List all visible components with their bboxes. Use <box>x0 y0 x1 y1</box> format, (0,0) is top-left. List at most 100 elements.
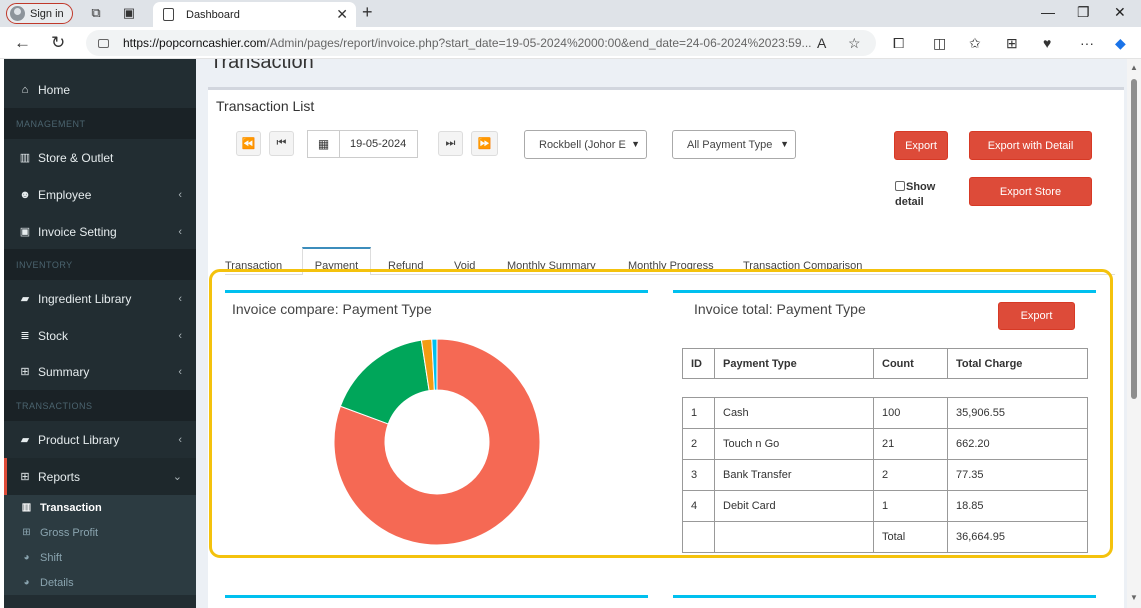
restore-icon[interactable]: ❐ <box>1077 4 1090 21</box>
sidebar-item-stock[interactable]: ≣ Stock ‹ <box>4 317 196 354</box>
collections-icon[interactable]: ⊞ <box>1006 35 1018 52</box>
sidebar-item-home[interactable]: ⌂ Home <box>4 71 196 108</box>
next-page-button[interactable]: ⏭ <box>438 131 463 156</box>
browser-essentials-icon[interactable]: ♥ <box>1043 35 1051 51</box>
table-total-row: Total 36,664.95 <box>682 521 1088 553</box>
copilot-icon[interactable]: ◆ <box>1115 35 1126 52</box>
cell-payment-type: Bank Transfer <box>714 459 874 491</box>
show-detail-checkbox[interactable]: Show detail <box>895 180 935 210</box>
minimize-icon[interactable]: — <box>1041 4 1055 20</box>
users-icon: ☻ <box>19 188 31 201</box>
scrollbar-thumb[interactable] <box>1131 79 1137 399</box>
sidebar-item-label: Ingredient Library <box>38 291 132 306</box>
report-tabs: Transaction Payment Refund Void Monthly … <box>225 247 1115 275</box>
scroll-down-icon[interactable]: ▼ <box>1130 593 1138 602</box>
last-page-button[interactable]: ⏩ <box>471 131 498 156</box>
tab-actions-icon[interactable]: ▣ <box>121 5 137 21</box>
tab-monthly-summary[interactable]: Monthly Summary <box>507 247 607 275</box>
read-aloud-icon[interactable]: A <box>817 35 826 51</box>
table-row: 4 Debit Card 1 18.85 <box>682 490 1088 522</box>
book-icon: ▰ <box>20 434 30 446</box>
chevron-left-icon: ‹ <box>178 329 182 342</box>
split-screen-icon[interactable]: ◫ <box>933 35 946 52</box>
favorite-star-icon[interactable]: ☆ <box>848 35 861 52</box>
export-with-detail-button[interactable]: Export with Detail <box>969 131 1092 160</box>
sidebar-subitem-transaction[interactable]: ▥ Transaction <box>4 495 196 520</box>
browser-tab-dashboard[interactable]: Dashboard ✕ <box>153 2 356 27</box>
invoice-total-panel: Invoice total: Payment Type Export ID Pa… <box>673 290 1096 580</box>
sidebar-item-label: Invoice Setting <box>38 224 117 239</box>
cell-id: 2 <box>682 428 715 460</box>
detail-label: detail <box>895 196 924 208</box>
date-field[interactable]: ▦ 19-05-2024 <box>307 130 418 158</box>
sidebar-item-summary[interactable]: ⊞ Summary ‹ <box>4 353 196 390</box>
page-title: Transaction <box>210 59 314 73</box>
checkbox-icon[interactable] <box>895 181 905 191</box>
sidebar-subitem-shift[interactable]: ◕ Shift <box>4 545 196 570</box>
column-header-total-charge: Total Charge <box>947 348 1088 379</box>
total-label: Total <box>873 521 948 553</box>
sidebar-subitem-details[interactable]: ◕ Details <box>4 570 196 595</box>
page-scrollbar[interactable]: ▲ ▼ <box>1127 59 1141 608</box>
more-menu-icon[interactable]: ··· <box>1080 35 1094 51</box>
export-button[interactable]: Export <box>894 131 948 160</box>
tab-monthly-progress[interactable]: Monthly Progress <box>628 247 725 275</box>
url-field[interactable]: https://popcorncashier.com/Admin/pages/r… <box>86 30 876 56</box>
tab-transaction-comparison[interactable]: Transaction Comparison <box>743 247 873 275</box>
cell-payment-type: Touch n Go <box>714 428 874 460</box>
sidebar-item-invoice-setting[interactable]: ▣ Invoice Setting ‹ <box>4 213 196 250</box>
cell-count: 1 <box>873 490 948 522</box>
payment-type-select-value: All Payment Type <box>687 138 773 151</box>
scroll-up-icon[interactable]: ▲ <box>1130 63 1138 72</box>
back-icon[interactable]: ← <box>14 33 31 53</box>
tab-refund[interactable]: Refund <box>388 247 433 275</box>
new-tab-icon[interactable]: + <box>362 2 373 23</box>
sidebar-item-ingredient-library[interactable]: ▰ Ingredient Library ‹ <box>4 280 196 317</box>
sidebar-item-label: Home <box>38 82 71 97</box>
panel-export-button[interactable]: Export <box>998 302 1075 330</box>
export-store-button[interactable]: Export Store <box>969 177 1092 206</box>
workspaces-icon[interactable]: ⧉ <box>88 5 104 21</box>
table-icon: ⊞ <box>20 471 30 483</box>
sidebar-header-inventory: INVENTORY <box>4 249 196 280</box>
extensions-icon[interactable]: ⧠ <box>893 35 904 52</box>
chevron-left-icon: ‹ <box>178 188 182 201</box>
address-bar-row: ← ↻ https://popcorncashier.com/Admin/pag… <box>0 27 1141 59</box>
outlet-select[interactable]: Rockbell (Johor E ▼ <box>524 130 647 159</box>
sidebar-item-store-outlet[interactable]: ▥ Store & Outlet <box>4 139 196 176</box>
sidebar-subitem-gross-profit[interactable]: ⊞ Gross Profit <box>4 520 196 545</box>
prev-page-button[interactable]: ⏮ <box>269 131 294 156</box>
cell-total-charge: 662.20 <box>947 428 1088 460</box>
outlet-select-value: Rockbell (Johor E <box>539 138 626 151</box>
sidebar-item-reports[interactable]: ⊞ Reports ⌄ <box>4 458 196 495</box>
bar-chart-icon: ▥ <box>21 502 32 513</box>
main-content: Transaction Transaction List ⏪ ⏮ ▦ 19-05… <box>196 59 1127 608</box>
close-window-icon[interactable]: ✕ <box>1114 4 1126 21</box>
sidebar-item-label: Summary <box>38 364 90 379</box>
tab-void[interactable]: Void <box>454 247 487 275</box>
sidebar: ⌂ Home MANAGEMENT ▥ Store & Outlet ☻ Emp… <box>4 59 196 608</box>
lower-right-panel <box>673 595 1096 608</box>
refresh-icon[interactable]: ↻ <box>51 33 65 53</box>
favorites-icon[interactable]: ✩ <box>969 35 981 52</box>
database-icon: ≣ <box>20 330 30 342</box>
sign-in-button[interactable]: Sign in <box>6 3 73 24</box>
date-value: 19-05-2024 <box>350 138 407 150</box>
tab-transaction[interactable]: Transaction <box>225 247 297 275</box>
sidebar-item-product-library[interactable]: ▰ Product Library ‹ <box>4 421 196 458</box>
payment-type-select[interactable]: All Payment Type ▼ <box>672 130 796 159</box>
sign-in-label: Sign in <box>30 7 64 20</box>
first-page-button[interactable]: ⏪ <box>236 131 261 156</box>
donut-slice-touch-n-go[interactable] <box>339 339 430 425</box>
cell-total-charge: 18.85 <box>947 490 1088 522</box>
column-header-id: ID <box>682 348 715 379</box>
tab-payment[interactable]: Payment <box>302 247 371 275</box>
cell-id: 1 <box>682 397 715 429</box>
chevron-left-icon: ‹ <box>178 225 182 238</box>
sidebar-item-employee[interactable]: ☻ Employee ‹ <box>4 176 196 213</box>
profile-icon <box>10 6 25 21</box>
table-spacer-row <box>682 378 1088 398</box>
close-tab-icon[interactable]: ✕ <box>336 6 348 23</box>
sidebar-subitem-label: Shift <box>40 551 63 564</box>
money-icon: ▣ <box>19 226 31 238</box>
